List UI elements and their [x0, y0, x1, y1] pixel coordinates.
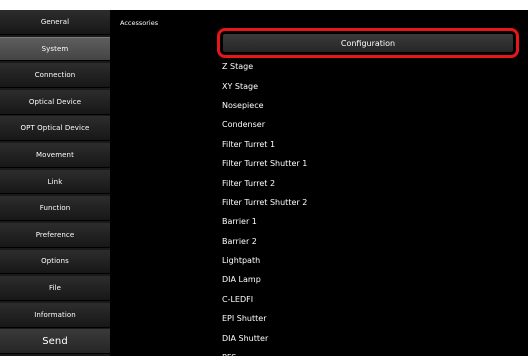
accessory-item-filter-turret-shutter-1: Filter Turret Shutter 1 — [222, 159, 308, 169]
send-button[interactable]: Send — [0, 329, 110, 355]
sidebar-item-link[interactable]: Link — [0, 169, 110, 195]
sidebar: General System Connection Optical Device… — [0, 10, 110, 356]
sidebar-item-system[interactable]: System — [0, 36, 110, 62]
accessory-item-z-stage: Z Stage — [222, 62, 254, 72]
main-panel: Accessories Configuration Z Stage XY Sta… — [110, 10, 528, 356]
accessory-item-pfs: PFS — [222, 348, 307, 356]
sidebar-item-file[interactable]: File — [0, 276, 110, 301]
accessory-item-filter-turret-1: Filter Turret 1 — [222, 139, 276, 149]
accessory-item-barrier-1: Barrier 1 — [222, 217, 257, 227]
accessory-item-dia-lamp: DIA Lamp — [222, 275, 261, 285]
sidebar-item-movement[interactable]: Movement — [0, 143, 110, 168]
accessory-item-filter-turret-2: Filter Turret 2 — [222, 178, 276, 188]
sidebar-item-options[interactable]: Options — [0, 249, 110, 275]
accessory-item-dia-shutter: DIA Shutter — [222, 333, 269, 343]
sidebar-item-function[interactable]: Function — [0, 196, 110, 222]
sidebar-item-general[interactable]: General — [0, 10, 110, 35]
section-label: Accessories — [120, 19, 159, 27]
accessory-list: Z Stage XY Stage Nosepiece Condenser Fil… — [222, 57, 307, 356]
accessory-item-condenser: Condenser — [222, 120, 265, 130]
accessory-item-xy-stage: XY Stage — [222, 81, 259, 91]
sidebar-item-optical-device[interactable]: Optical Device — [0, 89, 110, 115]
accessory-item-c-ledfi: C-LEDFI — [222, 294, 254, 304]
sidebar-item-preference[interactable]: Preference — [0, 222, 110, 248]
accessory-item-epi-shutter: EPI Shutter — [222, 314, 267, 324]
accessory-item-lightpath: Lightpath — [222, 256, 261, 266]
accessory-item-barrier-2: Barrier 2 — [222, 236, 257, 246]
sidebar-item-information[interactable]: Information — [0, 302, 110, 328]
app-window: General System Connection Optical Device… — [0, 10, 528, 356]
sidebar-item-connection[interactable]: Connection — [0, 63, 110, 89]
accessory-item-filter-turret-shutter-2: Filter Turret Shutter 2 — [222, 197, 308, 207]
configuration-button[interactable]: Configuration — [217, 28, 519, 58]
sidebar-item-opt-optical-device[interactable]: OPT Optical Device — [0, 116, 110, 142]
accessory-item-nosepiece: Nosepiece — [222, 100, 264, 110]
